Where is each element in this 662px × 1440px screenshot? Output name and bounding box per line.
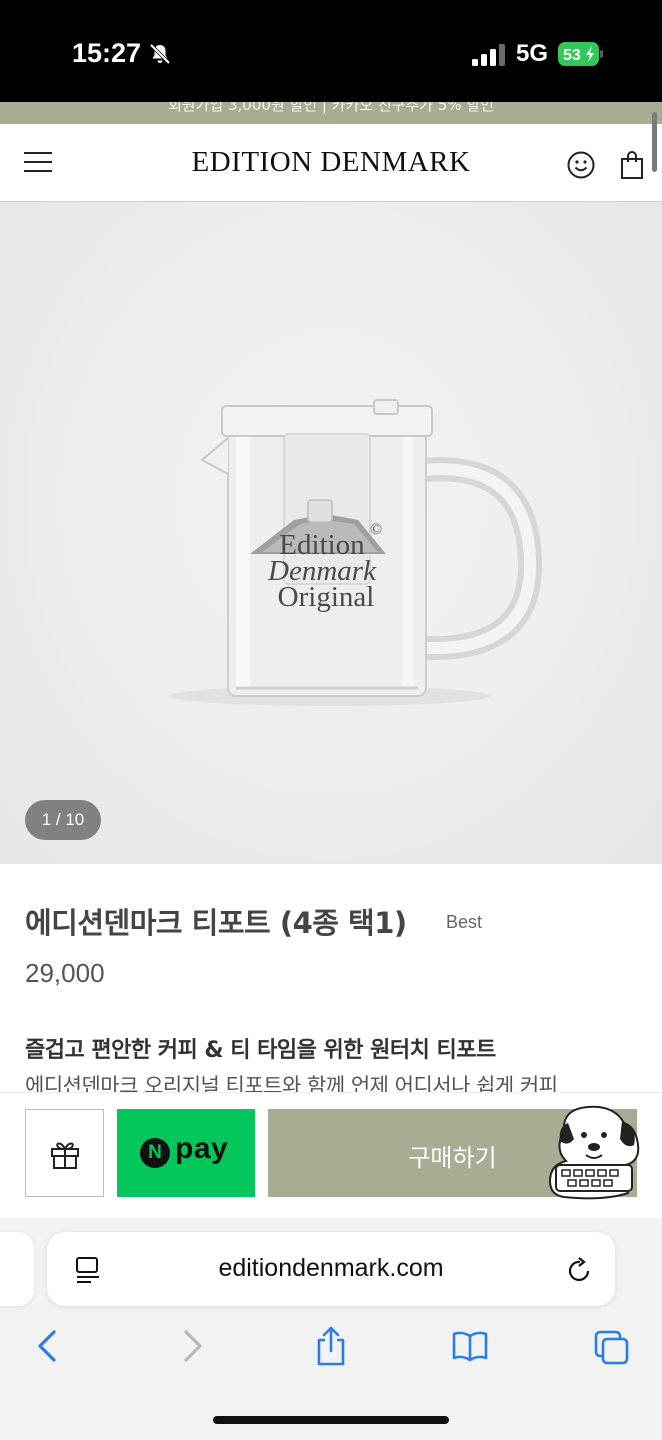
npay-button[interactable]: N pay	[117, 1109, 255, 1197]
npay-n-icon: N	[140, 1138, 170, 1168]
product-title: 에디션덴마크 티포트 (4종 택1)	[25, 906, 407, 940]
home-indicator	[213, 1416, 449, 1424]
site-header: EDITION DENMARK	[0, 124, 662, 202]
back-icon[interactable]	[30, 1326, 66, 1366]
description-heading: 즐겁고 편안한 커피 & 티 타임을 위한 원터치 티포트	[25, 1038, 496, 1063]
promo-text: 회원가입 3,000원 할인 | 카카오 친구추가 5% 할인	[168, 102, 494, 114]
bookmarks-icon[interactable]	[452, 1326, 488, 1366]
signal-icon	[472, 44, 505, 66]
tabs-icon[interactable]	[594, 1326, 630, 1366]
product-info: 에디션덴마크 티포트 (4종 택1) Best 29,000 즐겁고 편안한 커…	[0, 864, 662, 1104]
image-counter: 1 / 10	[25, 800, 101, 840]
previous-tab-edge[interactable]	[0, 1232, 34, 1306]
battery-level: 53	[563, 47, 581, 64]
gift-button[interactable]	[25, 1109, 104, 1197]
purchase-bar: N pay 구매하기	[0, 1092, 662, 1218]
dog-mascot-icon[interactable]	[544, 1101, 644, 1205]
product-image[interactable]: Edition Denmark Original © 1 / 10	[0, 202, 662, 864]
npay-label: pay	[175, 1132, 229, 1165]
url-text: editiondenmark.com	[218, 1254, 444, 1282]
teapot-photo: Edition Denmark Original ©	[170, 399, 543, 706]
engraving-copyright: ©	[370, 521, 382, 538]
forward-icon[interactable]	[174, 1326, 210, 1366]
promo-banner[interactable]: 회원가입 3,000원 할인 | 카카오 친구추가 5% 할인	[0, 102, 662, 124]
bell-slash-icon	[149, 43, 171, 65]
reload-icon[interactable]	[567, 1256, 593, 1284]
shopping-bag-icon[interactable]	[620, 150, 644, 180]
status-time: 15:27	[72, 38, 142, 68]
address-bar[interactable]: editiondenmark.com	[47, 1232, 615, 1306]
smiley-account-icon[interactable]	[567, 151, 595, 179]
brand-logo[interactable]: EDITION DENMARK	[0, 146, 662, 179]
product-price: 29,000	[25, 958, 105, 988]
share-icon[interactable]	[313, 1326, 349, 1366]
scroll-indicator	[652, 112, 657, 172]
gift-icon	[51, 1142, 79, 1169]
best-badge: Best	[446, 912, 483, 932]
battery-charging-icon: 53	[558, 42, 603, 66]
engraving-line-3: Original	[278, 581, 375, 613]
browser-toolbar: editiondenmark.com	[0, 1218, 662, 1440]
status-bar: 15:27 5G 53	[0, 0, 662, 102]
network-label: 5G	[516, 40, 549, 67]
